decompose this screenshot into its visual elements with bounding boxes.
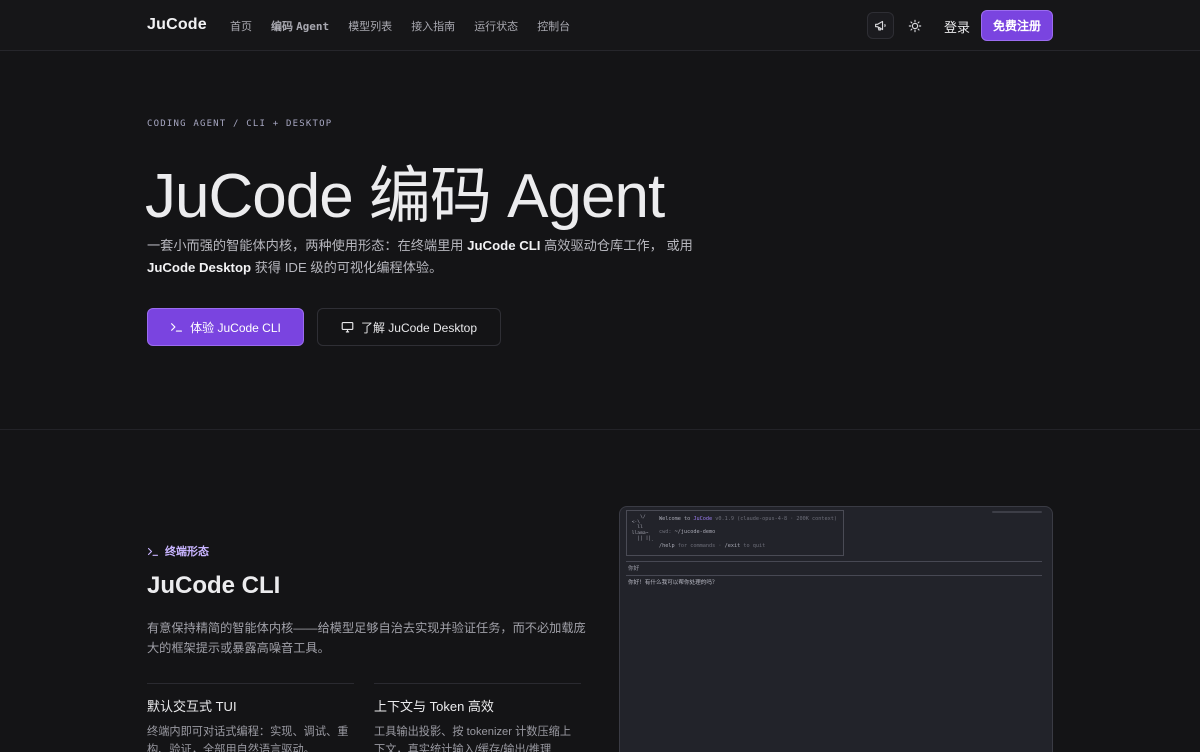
terminal-exit-cmd: /exit: [724, 543, 741, 549]
megaphone-icon: [875, 20, 886, 31]
section-divider: [0, 429, 1200, 430]
terminal-cwd-line: cwd: ~/jucode-demo: [659, 529, 715, 535]
nav-links: 首页 编码 Agent 模型列表 接入指南 运行状态 控制台: [230, 18, 570, 34]
nav-link-console[interactable]: 控制台: [537, 18, 570, 34]
monitor-icon: [341, 321, 354, 333]
llama-ascii-art-icon: \/ <·\ ll llama~ || || `` ``: [631, 515, 654, 547]
try-cli-button-label: 体验 JuCode CLI: [190, 320, 281, 335]
feature-title: 默认交互式 TUI: [147, 699, 237, 714]
nav-link-guide[interactable]: 接入指南: [411, 18, 455, 34]
terminal-help-cmd: /help: [659, 543, 675, 549]
nav-link-coding-agent-suffix: Agent: [296, 20, 330, 33]
nav-link-models[interactable]: 模型列表: [348, 18, 392, 34]
feature-description: 终端内即可对话式编程：实现、调试、重构、验证，全部用自然语言驱动。: [147, 726, 349, 752]
announcement-button[interactable]: [867, 12, 894, 39]
cli-section-label-text: 终端形态: [165, 546, 209, 558]
top-nav: JuCode 首页 编码 Agent 模型列表 接入指南 运行状态 控制台 登录…: [0, 0, 1200, 51]
terminal-separator: [626, 575, 1042, 576]
terminal-welcome-line: Welcome to JuCode v0.1.9 (claude-opus-4-…: [659, 516, 837, 522]
nav-link-status[interactable]: 运行状态: [474, 18, 518, 34]
feature-card-tui: 默认交互式 TUI 终端内即可对话式编程：实现、调试、重构、验证，全部用自然语言…: [147, 683, 354, 752]
nav-link-coding-agent[interactable]: 编码 Agent: [271, 18, 329, 34]
hero-description: 一套小而强的智能体内核，两种使用形态：在终端里用 JuCode CLI 高效驱动…: [147, 235, 707, 279]
cli-section-label: 终端形态: [147, 543, 209, 559]
terminal-help-mid: for commands ·: [674, 543, 725, 549]
nav-link-home[interactable]: 首页: [230, 18, 252, 34]
hero-desc-part-3: 获得 IDE 级的可视化编程体验。: [251, 260, 443, 275]
terminal-user-input: 你好: [628, 566, 640, 572]
sun-icon: [908, 19, 921, 32]
terminal-help-end: to quit: [740, 543, 766, 549]
hero-eyebrow: CODING AGENT / CLI + DESKTOP: [147, 119, 333, 129]
theme-toggle-button[interactable]: [901, 12, 928, 39]
terminal-scroll-handle: [992, 511, 1042, 513]
try-cli-button[interactable]: 体验 JuCode CLI: [147, 308, 304, 346]
learn-desktop-button-label: 了解 JuCode Desktop: [360, 320, 478, 335]
cli-section-description: 有意保持精简的智能体内核——给模型足够自治去实现并验证任务，而不必加载庞大的框架…: [147, 621, 586, 655]
terminal-cwd-label: cwd:: [659, 529, 675, 535]
hero-desc-cli: JuCode CLI: [467, 238, 541, 253]
feature-description: 工具输出投影、按 tokenizer 计数压缩上下文，真实统计输入/缓存/输出/…: [374, 726, 572, 752]
terminal-preview: \/ <·\ ll llama~ || || `` `` Welcome to …: [619, 506, 1053, 752]
terminal-cwd-value: ~/jucode-demo: [674, 529, 716, 535]
terminal-assistant-reply: 你好！有什么我可以帮你处理的吗？: [628, 580, 718, 586]
terminal-prompt-icon: [171, 323, 183, 332]
learn-desktop-button[interactable]: 了解 JuCode Desktop: [317, 308, 501, 346]
terminal-help-line: /help for commands · /exit to quit: [659, 543, 765, 549]
brand-logo[interactable]: JuCode: [147, 16, 207, 34]
terminal-welcome-prefix: Welcome to: [659, 516, 694, 522]
login-link[interactable]: 登录: [944, 17, 970, 36]
terminal-welcome-version: v0.1.9 (claude-opus-4-8 · 200K context): [712, 516, 838, 522]
hero-desc-part-2: 高效驱动仓库工作， 或用: [540, 238, 693, 253]
terminal-welcome-box: \/ <·\ ll llama~ || || `` `` Welcome to …: [626, 510, 844, 556]
hero-desc-part-1: 一套小而强的智能体内核，两种使用形态：在终端里用: [147, 238, 468, 253]
hero-desc-desktop: JuCode Desktop: [147, 260, 252, 275]
feature-title: 上下文与 Token 高效: [374, 699, 494, 714]
feature-card-token: 上下文与 Token 高效 工具输出投影、按 tokenizer 计数压缩上下文…: [374, 683, 581, 752]
nav-link-coding-agent-label: 编码: [271, 21, 293, 33]
hero-title: JuCode 编码 Agent: [145, 162, 665, 231]
terminal-prompt-icon: [147, 547, 159, 556]
terminal-separator: [626, 561, 1042, 562]
cli-section-title: JuCode CLI: [147, 572, 281, 599]
signup-button[interactable]: 免费注册: [981, 10, 1053, 41]
terminal-welcome-app: JuCode: [693, 516, 713, 522]
